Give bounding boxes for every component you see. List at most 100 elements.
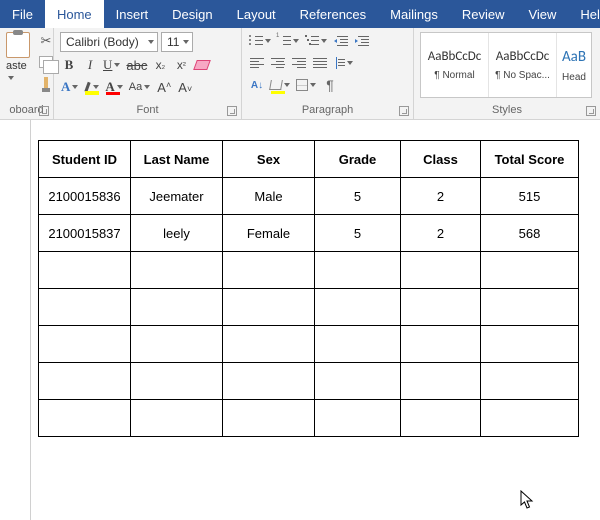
grow-font-button[interactable]: A˄ xyxy=(155,78,173,96)
change-case-button[interactable]: Aa xyxy=(128,78,152,96)
font-size-combo[interactable]: 11 xyxy=(161,32,193,52)
increase-indent-button[interactable] xyxy=(353,32,371,50)
document-area[interactable]: Student ID Last Name Sex Grade Class Tot… xyxy=(0,120,600,520)
italic-button[interactable]: I xyxy=(81,56,99,74)
align-right-button[interactable] xyxy=(290,54,308,72)
header-grade[interactable]: Grade xyxy=(315,141,401,178)
table-cell[interactable]: 2100015837 xyxy=(39,215,131,252)
table-cell[interactable] xyxy=(131,289,223,326)
font-name-combo[interactable]: Calibri (Body) xyxy=(60,32,158,52)
table-cell[interactable]: 2 xyxy=(401,178,481,215)
table-cell[interactable] xyxy=(131,400,223,437)
tab-mailings[interactable]: Mailings xyxy=(378,0,450,28)
tab-home[interactable]: Home xyxy=(45,0,104,28)
font-launcher[interactable] xyxy=(227,106,237,116)
table-cell[interactable] xyxy=(223,326,315,363)
style-normal[interactable]: AaBbCcDc ¶ Normal xyxy=(421,33,489,97)
table-cell[interactable] xyxy=(315,363,401,400)
show-marks-button[interactable]: ¶ xyxy=(321,76,339,94)
table-cell[interactable] xyxy=(223,289,315,326)
table-cell[interactable] xyxy=(481,363,579,400)
table-row[interactable] xyxy=(39,326,579,363)
table-cell[interactable] xyxy=(39,252,131,289)
paste-icon[interactable] xyxy=(6,32,30,58)
tab-references[interactable]: References xyxy=(288,0,378,28)
table-cell[interactable] xyxy=(223,252,315,289)
text-effects-button[interactable]: A xyxy=(60,78,80,96)
table-row[interactable] xyxy=(39,289,579,326)
table-cell[interactable]: 2100015836 xyxy=(39,178,131,215)
table-cell[interactable] xyxy=(401,326,481,363)
table-header-row[interactable]: Student ID Last Name Sex Grade Class Tot… xyxy=(39,141,579,178)
paragraph-launcher[interactable] xyxy=(399,106,409,116)
table-cell[interactable]: Jeemater xyxy=(131,178,223,215)
table-cell[interactable]: 2 xyxy=(401,215,481,252)
clear-formatting-button[interactable] xyxy=(193,56,211,74)
superscript-button[interactable]: x xyxy=(172,56,190,74)
table-cell[interactable] xyxy=(39,326,131,363)
table-cell[interactable] xyxy=(401,252,481,289)
table-cell[interactable] xyxy=(315,252,401,289)
table-cell[interactable] xyxy=(39,289,131,326)
justify-button[interactable] xyxy=(311,54,329,72)
style-heading[interactable]: AaB Head xyxy=(557,33,591,97)
table-cell[interactable]: 5 xyxy=(315,178,401,215)
align-center-button[interactable] xyxy=(269,54,287,72)
table-cell[interactable] xyxy=(481,326,579,363)
subscript-button[interactable]: x xyxy=(151,56,169,74)
styles-launcher[interactable] xyxy=(586,106,596,116)
shading-button[interactable] xyxy=(269,76,292,94)
align-left-button[interactable] xyxy=(248,54,266,72)
table-cell[interactable] xyxy=(39,363,131,400)
tab-design[interactable]: Design xyxy=(160,0,224,28)
sort-button[interactable]: A↓ xyxy=(248,76,266,94)
table-cell[interactable] xyxy=(39,400,131,437)
header-student-id[interactable]: Student ID xyxy=(39,141,131,178)
table-cell[interactable] xyxy=(131,326,223,363)
table-cell[interactable] xyxy=(223,400,315,437)
header-sex[interactable]: Sex xyxy=(223,141,315,178)
style-no-spacing[interactable]: AaBbCcDc ¶ No Spac... xyxy=(489,33,557,97)
header-total-score[interactable]: Total Score xyxy=(481,141,579,178)
student-table[interactable]: Student ID Last Name Sex Grade Class Tot… xyxy=(38,140,579,437)
table-cell[interactable] xyxy=(401,289,481,326)
table-cell[interactable]: 5 xyxy=(315,215,401,252)
table-cell[interactable] xyxy=(401,363,481,400)
underline-button[interactable]: U xyxy=(102,56,122,74)
tab-view[interactable]: View xyxy=(516,0,568,28)
table-row[interactable] xyxy=(39,252,579,289)
header-class[interactable]: Class xyxy=(401,141,481,178)
format-painter-button[interactable] xyxy=(36,74,56,92)
table-cell[interactable]: Female xyxy=(223,215,315,252)
table-cell[interactable]: 568 xyxy=(481,215,579,252)
table-cell[interactable] xyxy=(315,289,401,326)
table-cell[interactable] xyxy=(315,326,401,363)
header-last-name[interactable]: Last Name xyxy=(131,141,223,178)
font-color-button[interactable]: A xyxy=(104,78,124,96)
table-cell[interactable] xyxy=(481,400,579,437)
table-row[interactable] xyxy=(39,400,579,437)
table-cell[interactable]: Male xyxy=(223,178,315,215)
borders-button[interactable] xyxy=(295,76,318,94)
shrink-font-button[interactable]: A˅ xyxy=(176,78,194,96)
cut-button[interactable]: ✂ xyxy=(36,32,56,50)
table-row[interactable]: 2100015837 leely Female 5 2 568 xyxy=(39,215,579,252)
table-cell[interactable] xyxy=(315,400,401,437)
tab-file[interactable]: File xyxy=(0,0,45,28)
line-spacing-button[interactable] xyxy=(332,54,355,72)
table-cell[interactable] xyxy=(131,363,223,400)
bullets-button[interactable] xyxy=(248,32,273,50)
multilevel-button[interactable] xyxy=(304,32,329,50)
table-row[interactable]: 2100015836 Jeemater Male 5 2 515 xyxy=(39,178,579,215)
table-cell[interactable] xyxy=(223,363,315,400)
tab-review[interactable]: Review xyxy=(450,0,517,28)
table-row[interactable] xyxy=(39,363,579,400)
paste-button[interactable]: aste xyxy=(6,60,30,84)
tab-layout[interactable]: Layout xyxy=(225,0,288,28)
highlight-button[interactable] xyxy=(83,78,101,96)
table-cell[interactable]: 515 xyxy=(481,178,579,215)
decrease-indent-button[interactable] xyxy=(332,32,350,50)
table-cell[interactable] xyxy=(481,289,579,326)
tab-insert[interactable]: Insert xyxy=(104,0,161,28)
tab-help[interactable]: Help xyxy=(568,0,600,28)
